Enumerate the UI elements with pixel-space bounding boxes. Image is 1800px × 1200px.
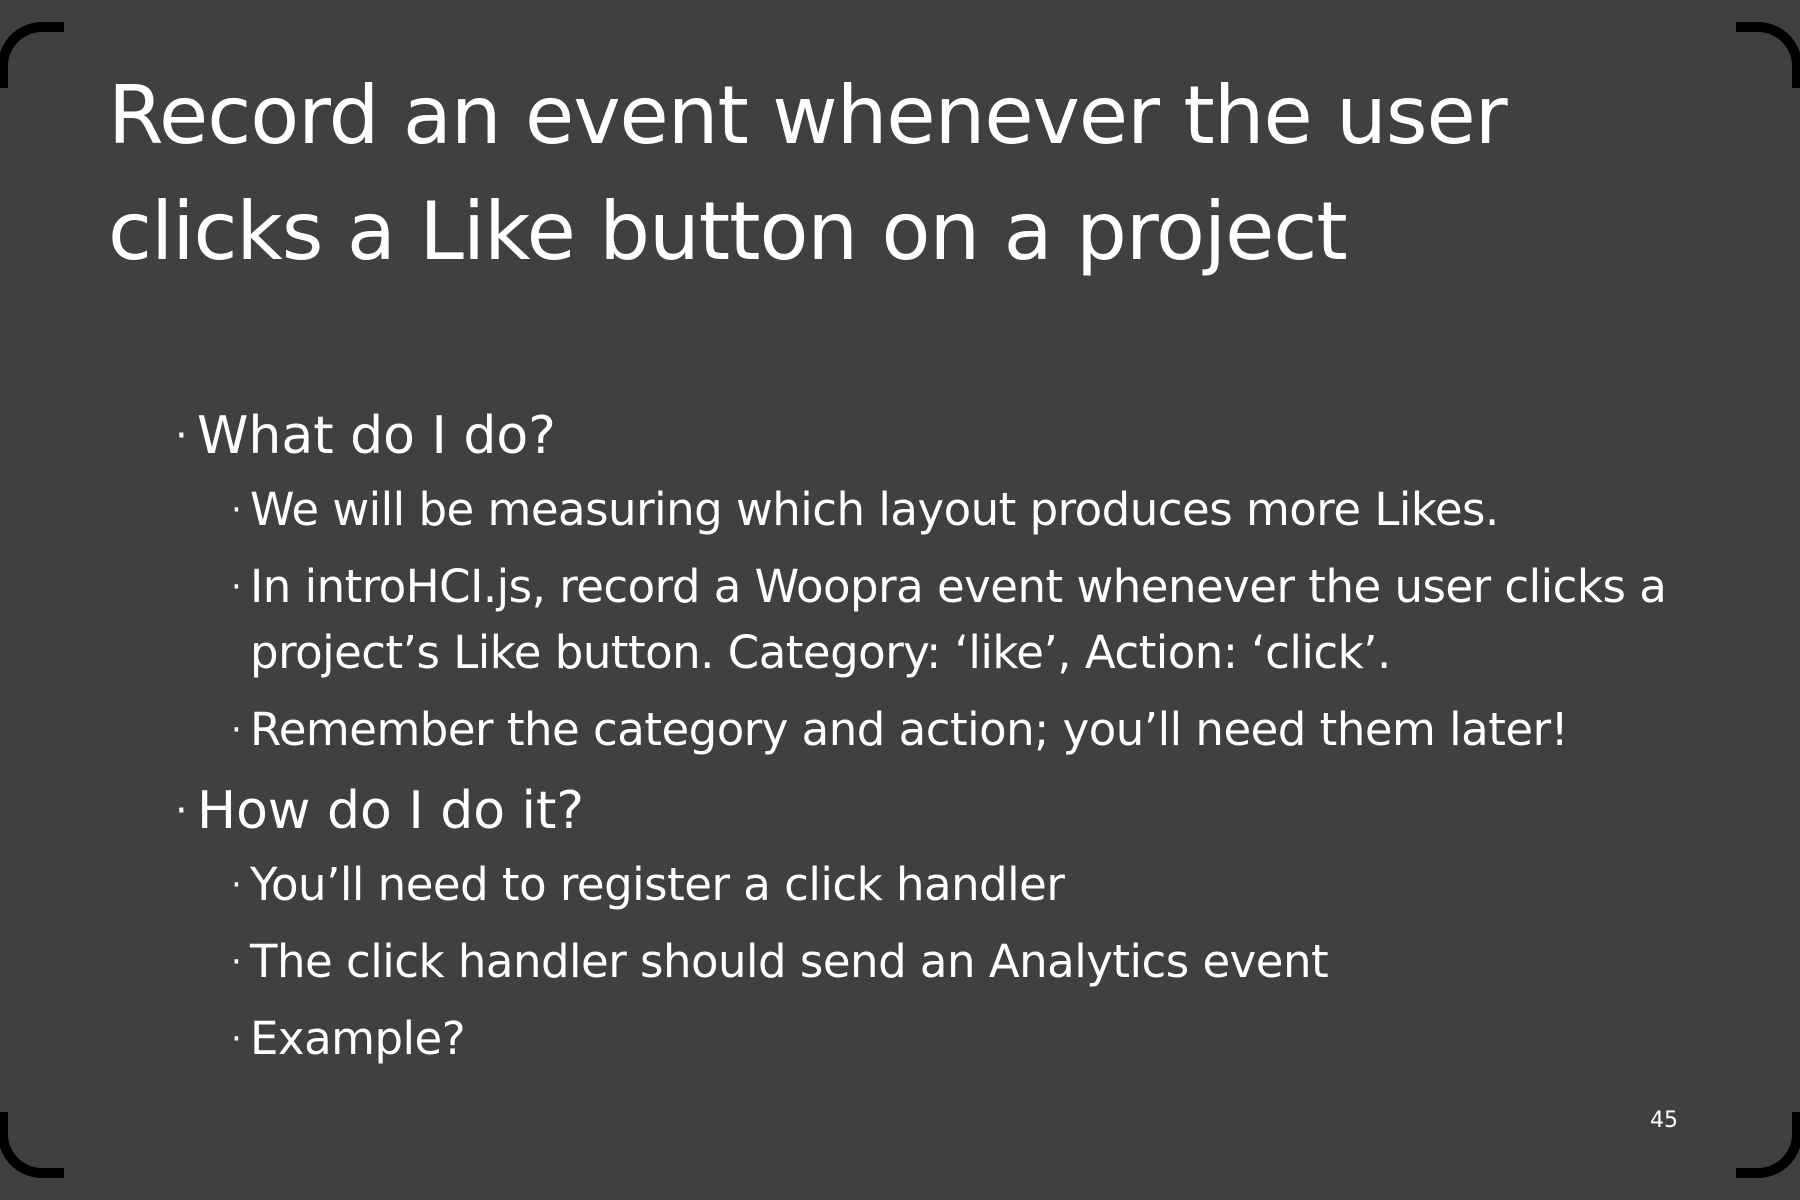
sub-bullet-text: Example? (250, 1012, 466, 1065)
sub-bullet-list: · You’ll need to register a click handle… (197, 852, 1735, 1072)
bullet-what-do-i-do: · What do I do? · We will be measuring w… (175, 398, 1735, 763)
corner-bracket-top-left (0, 22, 64, 88)
corner-bracket-bottom-right (1736, 1112, 1800, 1178)
bullet-heading: How do I do it? (197, 781, 584, 841)
sub-bullet-text: You’ll need to register a click handler (250, 858, 1065, 911)
sub-bullet-text: The click handler should send an Analyti… (250, 935, 1329, 988)
bullet-dot: · (231, 942, 242, 982)
slide-title: Record an event whenever the user clicks… (108, 69, 1508, 278)
bullet-dot: · (231, 1019, 242, 1059)
sub-bullet: · We will be measuring which layout prod… (197, 477, 1735, 543)
sub-bullet-list: · We will be measuring which layout prod… (197, 477, 1735, 763)
bullet-heading: What do I do? (197, 406, 556, 466)
corner-bracket-top-right (1736, 22, 1800, 88)
sub-bullet-text: We will be measuring which layout produc… (250, 483, 1499, 536)
sub-bullet-text: Remember the category and action; you’ll… (250, 703, 1569, 756)
sub-bullet: · The click handler should send an Analy… (197, 929, 1735, 995)
sub-bullet: · Remember the category and action; you’… (197, 697, 1735, 763)
corner-bracket-bottom-left (0, 1112, 64, 1178)
bullet-list: · What do I do? · We will be measuring w… (175, 398, 1735, 1072)
bullet-dot: · (231, 490, 242, 530)
bullet-dot: · (231, 710, 242, 750)
page-number: 45 (1650, 1108, 1678, 1133)
sub-bullet: · In introHCI.js, record a Woopra event … (197, 554, 1735, 686)
bullet-dot: · (175, 413, 188, 459)
sub-bullet: · You’ll need to register a click handle… (197, 852, 1735, 918)
bullet-dot: · (175, 788, 188, 834)
bullet-how-do-i-do-it: · How do I do it? · You’ll need to regis… (175, 773, 1735, 1072)
slide: Record an event whenever the user clicks… (0, 0, 1800, 1200)
bullet-dot: · (231, 567, 242, 607)
bullet-dot: · (231, 865, 242, 905)
sub-bullet: · Example? (197, 1006, 1735, 1072)
sub-bullet-text: In introHCI.js, record a Woopra event wh… (250, 560, 1667, 679)
